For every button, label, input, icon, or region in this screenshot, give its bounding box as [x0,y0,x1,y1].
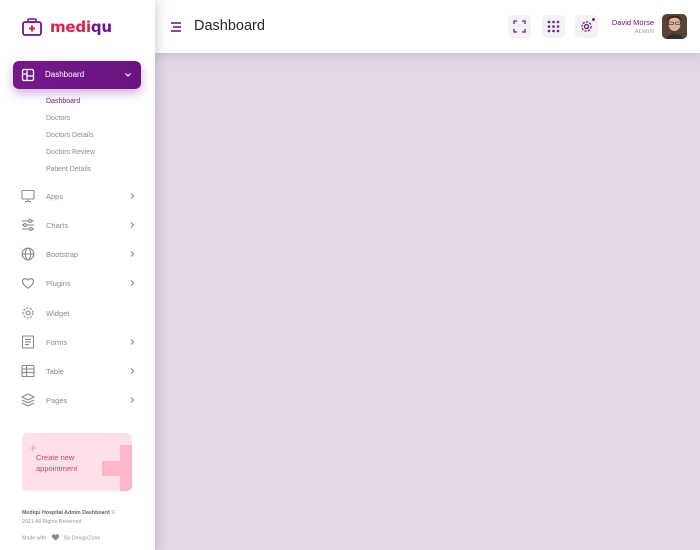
sidebar-item-label: Pages [46,396,68,405]
form-icon [20,334,36,350]
avatar[interactable] [662,14,687,39]
sidebar-item-forms[interactable]: Forms [20,334,136,350]
submenu-item-patient-details[interactable]: Patient Details [46,164,95,181]
chevron-right-icon [128,249,136,259]
notification-dot [591,17,596,22]
chevron-right-icon [128,337,136,347]
create-appointment-card[interactable]: Create new appointment [22,433,132,491]
sidebar-item-charts[interactable]: Charts [20,217,136,233]
submenu-item-doctors-review[interactable]: Doctors Review [46,147,95,164]
sidebar-item-dashboard[interactable]: Dashboard [13,61,141,89]
brand-logo[interactable]: mediqu [22,16,112,38]
sidebar-item-table[interactable]: Table [20,363,136,379]
sidebar: mediqu Dashboard Dashboard Doctors Docto… [0,0,155,550]
sidebar-item-label: Widget [46,309,70,318]
dashboard-submenu: Dashboard Doctors Doctors Details Doctor… [46,96,95,181]
user-name[interactable]: David Morse [612,18,654,27]
sidebar-item-label: Table [46,367,64,376]
gear-icon [581,21,592,32]
gear-icon [20,305,36,321]
chevron-right-icon [128,366,136,376]
brand-name: mediqu [50,18,112,36]
chevron-down-icon [123,69,133,81]
user-role: ADMIN [634,29,654,35]
apps-grid-button[interactable] [542,15,565,38]
chevron-right-icon [128,191,136,201]
heart-icon [20,275,36,291]
monitor-icon [20,188,36,204]
sidebar-item-label: Apps [46,192,64,201]
submenu-item-dashboard[interactable]: Dashboard [46,96,95,113]
sidebar-item-pages[interactable]: Pages [20,392,136,408]
sidebar-item-plugins[interactable]: Plugins [20,275,136,291]
sidebar-item-label: Charts [46,221,69,230]
grid-icon [547,20,560,33]
sidebar-item-label: Plugins [46,279,71,288]
page-title: Dashboard [194,18,265,34]
create-appointment-text: Create new appointment [36,453,78,473]
chevron-right-icon [128,395,136,405]
sidebar-item-label: Forms [46,338,68,347]
sidebar-item-widget[interactable]: Widget [20,305,136,321]
sidebar-item-label: Bootstrap [46,250,79,259]
plus-decoration [102,461,132,476]
sidebar-item-label: Dashboard [45,70,85,79]
layers-icon [20,392,36,408]
dashboard-icon [21,68,35,82]
heart-icon [51,533,60,543]
main-content [155,53,700,550]
sidebar-item-bootstrap[interactable]: Bootstrap [20,246,136,262]
fullscreen-button[interactable] [508,15,531,38]
table-icon [20,363,36,379]
submenu-item-doctors-details[interactable]: Doctors Details [46,130,95,147]
submenu-item-doctors[interactable]: Doctors [46,113,95,130]
chevron-right-icon [128,220,136,230]
top-header: Dashboard David Morse ADMIN [155,0,700,53]
footer-title: Mediqu Hospital Admin Dashboard © [22,510,116,516]
menu-toggle-icon[interactable] [170,20,182,32]
globe-icon [20,246,36,262]
footer-rights: 2021 All Rights Reserved [22,519,82,525]
fullscreen-icon [513,20,526,33]
settings-button[interactable] [575,15,598,38]
sidebar-item-apps[interactable]: Apps [20,188,136,204]
sliders-icon [20,217,36,233]
sparkle-icon [29,439,37,452]
footer-made-with: Made with By DexignZone [22,533,100,543]
chevron-right-icon [128,278,136,288]
medical-box-icon [22,18,42,36]
